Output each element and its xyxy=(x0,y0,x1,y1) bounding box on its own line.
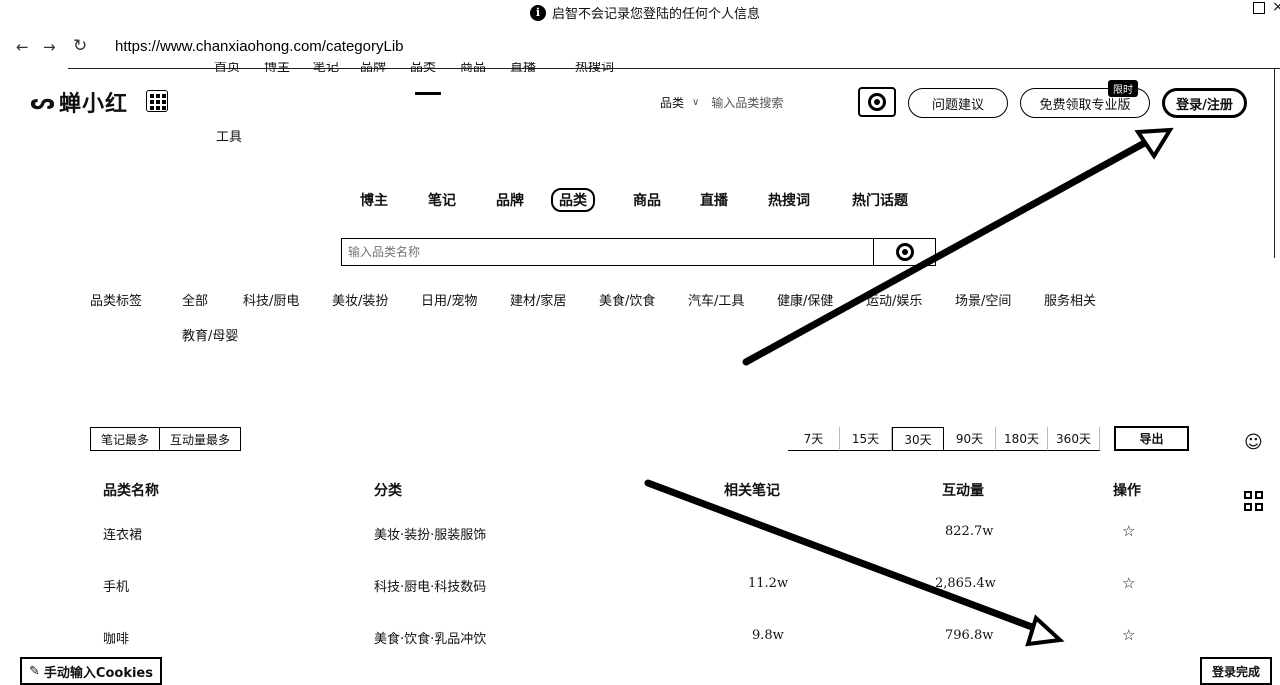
category-name[interactable]: 咖啡 xyxy=(103,628,129,647)
col-header-category: 分类 xyxy=(374,483,402,499)
vertical-scrollbar[interactable] xyxy=(1274,68,1280,258)
tag-education[interactable]: 教育/母婴 xyxy=(182,325,238,344)
range-7d[interactable]: 7天 xyxy=(788,427,840,451)
tab-hot-search[interactable]: 热搜词 xyxy=(768,190,810,210)
tools-link[interactable]: 工具 xyxy=(216,126,242,145)
tag-beauty[interactable]: 美妆/装扮 xyxy=(332,290,388,309)
tag-services[interactable]: 服务相关 xyxy=(1044,290,1096,309)
tag-daily-pets[interactable]: 日用/宠物 xyxy=(421,290,477,309)
sort-most-notes[interactable]: 笔记最多 xyxy=(90,427,161,451)
logo-text: 蝉小红 xyxy=(59,92,129,117)
sort-most-interactions[interactable]: 互动量最多 xyxy=(160,427,242,451)
qr-code-icon[interactable] xyxy=(1244,491,1264,511)
category-tags-label: 品类标签 xyxy=(90,294,143,309)
top-nav-item[interactable]: 商品 xyxy=(460,62,486,72)
reload-icon[interactable]: ↻ xyxy=(73,36,87,56)
col-header-action: 操作 xyxy=(1113,483,1141,499)
feedback-button[interactable]: 问题建议 xyxy=(908,88,1008,118)
category-search-button[interactable] xyxy=(873,238,936,266)
tag-tech-kitchen[interactable]: 科技/厨电 xyxy=(243,290,299,309)
tag-auto[interactable]: 汽车/工具 xyxy=(688,290,744,309)
top-nav-item[interactable]: 首页 xyxy=(214,62,240,72)
login-register-button[interactable]: 登录/注册 xyxy=(1162,88,1247,118)
top-nav-item[interactable]: 品牌 xyxy=(360,62,386,72)
tag-home[interactable]: 建材/家居 xyxy=(510,290,566,309)
interaction-count: 822.7w xyxy=(945,524,994,539)
close-window-button[interactable]: × xyxy=(1271,0,1280,14)
notes-count: 11.2w xyxy=(748,576,789,591)
category-path: 科技·厨电·科技数码 xyxy=(374,580,487,595)
category-search-box xyxy=(341,238,873,266)
tag-food[interactable]: 美食/饮食 xyxy=(599,290,655,309)
category-name[interactable]: 手机 xyxy=(103,576,129,595)
header-search[interactable]: 品类 ∨ 输入品类搜索 xyxy=(660,94,783,111)
maximize-window-button[interactable] xyxy=(1253,2,1265,14)
interaction-count: 796.8w xyxy=(945,628,994,643)
banner-message: i 启智不会记录您登陆的任何个人信息 xyxy=(530,3,760,22)
col-header-notes[interactable]: 相关笔记 xyxy=(724,480,780,500)
range-30d[interactable]: 30天 xyxy=(892,427,944,451)
category-path: 美妆·装扮·服装服饰 xyxy=(374,528,487,543)
chevron-down-icon[interactable]: ∨ xyxy=(692,97,699,108)
cookies-button-label: 手动输入Cookies xyxy=(43,665,153,681)
day-range-selector: 7天 15天 30天 90天 180天 360天 xyxy=(788,427,1100,451)
search-icon xyxy=(868,93,886,111)
notes-count: 9.8w xyxy=(752,628,784,643)
login-done-button[interactable]: 登录完成 xyxy=(1200,657,1272,685)
top-nav-item[interactable]: 博主 xyxy=(264,62,290,72)
address-bar-row: ← → ↻ https://www.chanxiaohong.com/categ… xyxy=(0,30,1280,66)
banner-text: 启智不会记录您登陆的任何个人信息 xyxy=(552,7,761,22)
star-icon[interactable]: ☆ xyxy=(1122,574,1135,592)
tag-sports[interactable]: 运动/娱乐 xyxy=(866,290,922,309)
pencil-icon: ✎ xyxy=(29,663,40,679)
header-search-input[interactable]: 输入品类搜索 xyxy=(711,94,783,111)
category-name[interactable]: 连衣裙 xyxy=(103,524,142,543)
back-icon[interactable]: ← xyxy=(16,38,29,56)
nav-active-indicator xyxy=(415,92,441,95)
star-icon[interactable]: ☆ xyxy=(1122,522,1135,540)
url-field[interactable]: https://www.chanxiaohong.com/categoryLib xyxy=(115,38,404,55)
tab-hot-topics[interactable]: 热门话题 xyxy=(852,190,908,210)
tag-all[interactable]: 全部 xyxy=(182,290,208,309)
tab-bloggers[interactable]: 博主 xyxy=(360,190,388,210)
tab-live[interactable]: 直播 xyxy=(700,190,728,210)
star-icon[interactable]: ☆ xyxy=(1122,626,1135,644)
manual-cookies-button[interactable]: ✎ 手动输入Cookies xyxy=(20,657,162,685)
range-180d[interactable]: 180天 xyxy=(996,427,1048,451)
search-scope-select[interactable]: 品类 xyxy=(660,94,684,111)
forward-icon[interactable]: → xyxy=(43,38,56,56)
range-360d[interactable]: 360天 xyxy=(1048,427,1100,451)
tab-products[interactable]: 商品 xyxy=(633,190,661,210)
tab-categories[interactable]: 品类 xyxy=(551,188,595,212)
apps-grid-icon[interactable] xyxy=(146,90,168,112)
site-top-nav: 首页 博主 笔记 品牌 品类 商品 直播 热搜词 xyxy=(210,62,630,72)
col-header-interactions[interactable]: 互动量 xyxy=(942,480,984,500)
sort-toggle: 笔记最多 互动量最多 xyxy=(90,427,242,451)
main-tabs: 博主 笔记 品牌 品类 商品 直播 热搜词 热门话题 xyxy=(0,188,1280,214)
tab-brands[interactable]: 品牌 xyxy=(496,190,524,210)
top-nav-item[interactable]: 直播 xyxy=(510,62,536,72)
arrow-to-done xyxy=(644,479,1065,647)
tab-notes[interactable]: 笔记 xyxy=(428,190,456,210)
col-header-name: 品类名称 xyxy=(103,483,159,499)
top-nav-item[interactable]: 热搜词 xyxy=(575,62,614,72)
range-90d[interactable]: 90天 xyxy=(944,427,996,451)
customer-service-icon[interactable]: ☺ xyxy=(1244,432,1263,453)
site-logo[interactable]: ᔕ 蝉小红 xyxy=(30,86,128,118)
range-15d[interactable]: 15天 xyxy=(840,427,892,451)
search-icon xyxy=(895,243,914,261)
limited-time-badge: 限时 xyxy=(1108,80,1138,97)
info-icon: i xyxy=(530,4,546,21)
category-path: 美食·饮食·乳品冲饮 xyxy=(374,632,487,647)
top-nav-item[interactable]: 品类 xyxy=(410,62,436,72)
tag-scene[interactable]: 场景/空间 xyxy=(955,290,1011,309)
category-search-input[interactable] xyxy=(342,239,873,265)
privacy-banner: i 启智不会记录您登陆的任何个人信息 × xyxy=(0,0,1280,26)
export-button[interactable]: 导出 xyxy=(1114,426,1189,451)
tag-health[interactable]: 健康/保健 xyxy=(777,290,833,309)
top-nav-item[interactable]: 笔记 xyxy=(313,62,339,72)
cicada-logo-icon: ᔕ xyxy=(30,89,55,115)
interaction-count: 2,865.4w xyxy=(935,576,996,591)
header-search-button[interactable] xyxy=(858,87,896,117)
